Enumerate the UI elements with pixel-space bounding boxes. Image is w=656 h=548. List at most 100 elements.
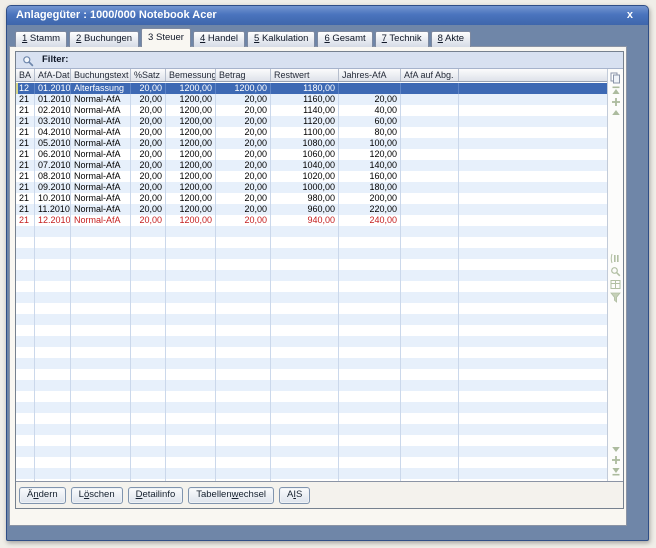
scroll-first-icon[interactable] [611, 86, 621, 95]
grid-row-empty [16, 435, 607, 446]
cell-afa_abg [401, 94, 459, 105]
cell-filler [459, 127, 607, 138]
cell-betrag [216, 325, 271, 336]
loeschen-button[interactable]: Löschen [70, 486, 123, 504]
grid-row[interactable]: 12 01.2010 Alterfassung 20,00 1200,00 1200,00… [16, 83, 607, 94]
search-icon[interactable] [610, 266, 621, 277]
grid-row[interactable]: 21 05.2010 Normal-AfA 20,00 1200,00 20,00 1080… [16, 138, 607, 149]
cell-restwert [271, 468, 339, 479]
down-icon[interactable] [611, 446, 621, 453]
col-header-ba[interactable]: BA [16, 69, 35, 81]
scroll-last-icon[interactable] [611, 467, 621, 476]
cell-filler [459, 303, 607, 314]
grid-row-empty [16, 446, 607, 457]
tab-buchungen[interactable]: 2 Buchungen [69, 31, 140, 47]
page-down-icon[interactable] [611, 455, 621, 465]
filter-funnel-icon[interactable] [610, 292, 621, 303]
grid-row-empty [16, 314, 607, 325]
cell-restwert: 1080,00 [271, 138, 339, 149]
cell-betrag [216, 391, 271, 402]
grid-row[interactable]: 21 01.2010 Normal-AfA 20,00 1200,00 20,00 1160… [16, 94, 607, 105]
cell-buchungstext [71, 479, 131, 481]
cell-restwert: 1020,00 [271, 171, 339, 182]
cell-restwert: 940,00 [271, 215, 339, 226]
cell-jahres_afa [339, 83, 401, 94]
cell-jahres_afa: 120,00 [339, 149, 401, 160]
cell-jahres_afa [339, 391, 401, 402]
cell-afa_dat: 08.2010 [35, 171, 71, 182]
tab-technik[interactable]: 7 Technik [374, 31, 429, 47]
cell-betrag [216, 402, 271, 413]
cell-filler [459, 292, 607, 303]
grid-row[interactable]: 21 08.2010 Normal-AfA 20,00 1200,00 20,00 1020… [16, 171, 607, 182]
tab-steuer[interactable]: 3 Steuer [141, 28, 191, 47]
grid-row[interactable]: 21 09.2010 Normal-AfA 20,00 1200,00 20,00 1000… [16, 182, 607, 193]
col-header-restwert[interactable]: Restwert [271, 69, 339, 81]
cell-afa_dat [35, 336, 71, 347]
close-icon[interactable]: x [627, 6, 633, 25]
grid-row[interactable]: 21 06.2010 Normal-AfA 20,00 1200,00 20,00 1060… [16, 149, 607, 160]
detailinfo-button[interactable]: Detailinfo [127, 486, 184, 504]
cell-jahres_afa: 80,00 [339, 127, 401, 138]
tab-stamm[interactable]: 1 Stamm [15, 31, 68, 47]
cell-afa_abg [401, 105, 459, 116]
table-icon[interactable] [610, 279, 621, 290]
columns-icon[interactable] [610, 253, 621, 264]
col-header-afa_abg[interactable]: AfA auf Abg. [401, 69, 459, 81]
cell-afa_abg [401, 457, 459, 468]
grid-row[interactable]: 21 03.2010 Normal-AfA 20,00 1200,00 20,00 1120… [16, 116, 607, 127]
cell-afa_dat [35, 347, 71, 358]
tab-gesamt[interactable]: 6 Gesamt [317, 31, 373, 47]
cell-betrag [216, 281, 271, 292]
grid-row[interactable]: 21 12.2010 Normal-AfA 20,00 1200,00 20,00 940,… [16, 215, 607, 226]
grid-row[interactable]: 21 07.2010 Normal-AfA 20,00 1200,00 20,00 1040… [16, 160, 607, 171]
cell-bemessung [166, 402, 216, 413]
cell-afa_dat [35, 435, 71, 446]
cell-filler [459, 116, 607, 127]
col-header-filler [459, 69, 607, 81]
page-up-icon[interactable] [611, 97, 621, 107]
col-header-satz[interactable]: %Satz [131, 69, 166, 81]
cell-ba [16, 402, 35, 413]
cell-afa_abg [401, 259, 459, 270]
grid-row[interactable]: 21 11.2010 Normal-AfA 20,00 1200,00 20,00 960,… [16, 204, 607, 215]
col-header-jahres_afa[interactable]: Jahres-AfA [339, 69, 401, 81]
cell-betrag [216, 446, 271, 457]
tab-akte[interactable]: 8 Akte [430, 31, 472, 47]
titlebar[interactable]: Anlagegüter : 1000/000 Notebook Acer x [7, 6, 648, 25]
grid-row[interactable]: 21 04.2010 Normal-AfA 20,00 1200,00 20,00 1100… [16, 127, 607, 138]
cell-buchungstext: Normal-AfA [71, 127, 131, 138]
cell-bemessung [166, 226, 216, 237]
cell-ba: 21 [16, 171, 35, 182]
cell-buchungstext [71, 402, 131, 413]
col-header-bemessung[interactable]: Bemessung [166, 69, 216, 81]
aendern-button[interactable]: Ändern [19, 486, 66, 504]
cell-buchungstext [71, 446, 131, 457]
cell-filler [459, 204, 607, 215]
grid-side-toolbar[interactable] [607, 69, 623, 481]
grid-row[interactable]: 21 02.2010 Normal-AfA 20,00 1200,00 20,00 1140… [16, 105, 607, 116]
cell-afa_dat [35, 292, 71, 303]
tab-kalkulation[interactable]: 5 Kalkulation [247, 31, 316, 47]
grid-row[interactable]: 21 10.2010 Normal-AfA 20,00 1200,00 20,00 980,… [16, 193, 607, 204]
ais-button[interactable]: AIS [278, 486, 311, 504]
grid-row-empty [16, 402, 607, 413]
tab-handel[interactable]: 4 Handel [192, 31, 246, 47]
up-icon[interactable] [611, 109, 621, 116]
col-header-afa_dat[interactable]: AfA-Dat [35, 69, 71, 81]
cell-betrag: 20,00 [216, 116, 271, 127]
cell-betrag [216, 303, 271, 314]
cell-betrag [216, 259, 271, 270]
cell-jahres_afa [339, 303, 401, 314]
cell-filler [459, 358, 607, 369]
col-header-betrag[interactable]: Betrag [216, 69, 271, 81]
cell-afa_dat [35, 270, 71, 281]
grid-row-empty [16, 248, 607, 259]
filter-bar[interactable]: Filter: [16, 52, 623, 69]
window-anlagegueter: Anlagegüter : 1000/000 Notebook Acer x 1… [6, 5, 649, 541]
cell-restwert: 980,00 [271, 193, 339, 204]
cell-buchungstext: Normal-AfA [71, 116, 131, 127]
tabellenwechsel-button[interactable]: Tabellenwechsel [188, 486, 274, 504]
col-header-buchungstext[interactable]: Buchungstext [71, 69, 131, 81]
cell-ba [16, 479, 35, 481]
